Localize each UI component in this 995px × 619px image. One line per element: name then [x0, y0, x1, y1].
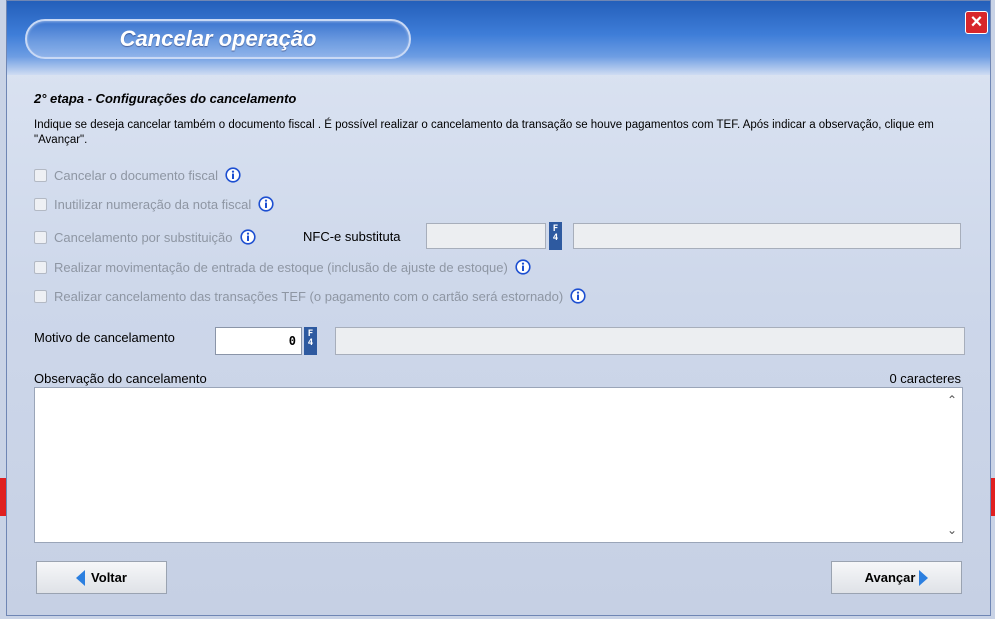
f4-key-icon: F4 — [552, 224, 559, 243]
motivo-f4-button[interactable]: F4 — [304, 327, 317, 355]
info-icon[interactable] — [258, 196, 274, 212]
motivo-label: Motivo de cancelamento — [34, 330, 175, 345]
checkbox-cancelamento-tef[interactable] — [34, 289, 47, 303]
info-icon[interactable] — [515, 259, 531, 275]
scroll-up-icon[interactable]: ⌃ — [947, 394, 957, 406]
nfce-label: NFC-e substituta — [303, 229, 401, 244]
next-button-label: Avançar — [864, 570, 916, 585]
option-inutilizar-numeracao: Inutilizar numeração da nota fiscal — [34, 194, 274, 214]
nfce-code-input[interactable] — [426, 223, 546, 249]
info-icon[interactable] — [570, 288, 586, 304]
info-icon[interactable] — [239, 229, 256, 245]
option-cancelar-documento: Cancelar o documento fiscal — [34, 165, 241, 185]
title-pill: Cancelar operação — [25, 19, 411, 59]
motivo-code-input[interactable]: 0 — [215, 327, 302, 355]
checkbox-movimentacao-estoque[interactable] — [34, 260, 47, 274]
chevron-right-icon — [919, 569, 929, 586]
nfce-f4-button[interactable]: F4 — [549, 222, 562, 250]
observacao-textarea[interactable]: ⌃ ⌄ — [34, 387, 963, 543]
observacao-label: Observação do cancelamento — [34, 371, 207, 386]
option-cancelamento-substituicao: Cancelamento por substituição — [34, 227, 256, 247]
background-edge-right — [991, 478, 995, 516]
checkbox-cancelamento-substituicao[interactable] — [34, 230, 47, 244]
checkbox-cancelar-documento[interactable] — [34, 168, 47, 182]
option-label: Cancelar o documento fiscal — [54, 167, 219, 183]
instructions-text: Indique se deseja cancelar também o docu… — [34, 119, 934, 146]
nfce-description-field — [573, 223, 961, 249]
option-movimentacao-estoque: Realizar movimentação de entrada de esto… — [34, 257, 531, 277]
chevron-left-icon — [76, 569, 86, 586]
info-icon[interactable] — [225, 167, 241, 183]
option-label: Cancelamento por substituição — [54, 229, 233, 245]
character-counter: 0 caracteres — [889, 371, 961, 386]
back-button-label: Voltar — [91, 570, 127, 585]
option-cancelamento-tef: Realizar cancelamento das transações TEF… — [34, 286, 586, 306]
option-label: Realizar movimentação de entrada de esto… — [54, 259, 508, 275]
back-button[interactable]: Voltar — [36, 561, 167, 594]
checkbox-inutilizar-numeracao[interactable] — [34, 197, 47, 211]
close-button[interactable]: × — [965, 11, 988, 34]
dialog-window: Cancelar operação × 2° etapa - Configura… — [6, 0, 991, 616]
option-label: Inutilizar numeração da nota fiscal — [54, 196, 252, 212]
option-label: Realizar cancelamento das transações TEF… — [54, 288, 564, 304]
f4-key-icon: F4 — [307, 329, 314, 348]
step-title: 2° etapa - Configurações do cancelamento — [34, 91, 297, 106]
title-bar: Cancelar operação × — [7, 1, 990, 75]
close-icon: × — [970, 11, 983, 33]
motivo-description-field — [335, 327, 965, 355]
scroll-down-icon[interactable]: ⌄ — [947, 524, 957, 536]
next-button[interactable]: Avançar — [831, 561, 962, 594]
dialog-title: Cancelar operação — [119, 26, 317, 51]
